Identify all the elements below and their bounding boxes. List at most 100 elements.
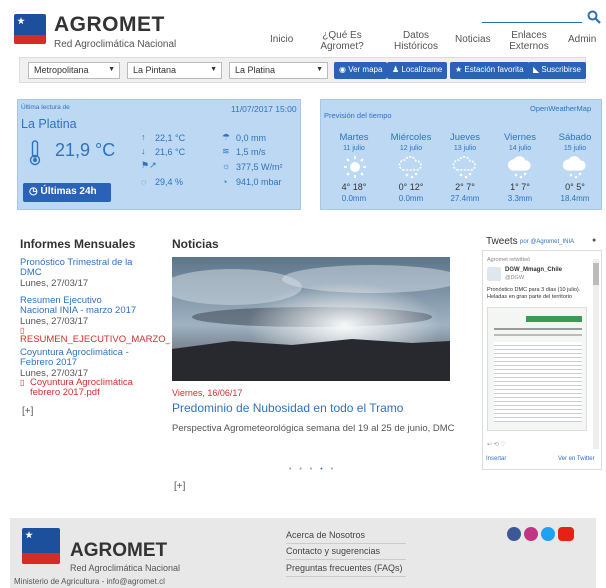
nav-datos-historicos[interactable]: Datos Históricos [392,30,440,52]
tweet-user[interactable]: DGW_Mmagn_Chile [505,267,562,273]
snow-cloud-icon [507,156,531,179]
locate-button[interactable]: ♟ Localízame [387,62,448,79]
footer-brand: AGROMET [70,540,168,561]
forecast-date: 15 julio [563,145,587,152]
youtube-icon[interactable] [558,527,574,541]
nav-enlaces[interactable]: Enlaces Externos [506,30,552,52]
forecast-date: 12 julio [399,145,423,152]
tweets-by[interactable]: por @Agromet_INIA [520,239,574,245]
favorite-station-button[interactable]: ★ Estación favorita [450,62,529,79]
pdf-icon: ▯ [20,378,25,387]
snow-cloud-icon [398,156,422,179]
facebook-icon[interactable] [507,527,521,541]
station-select[interactable]: La Platina ▼ [229,62,328,79]
nav-noticias[interactable]: Noticias [455,34,491,45]
search-input[interactable] [482,22,582,23]
tweets-title: Tweets [486,236,518,247]
embed-link[interactable]: Insertar [486,456,506,462]
informe-link[interactable]: Coyuntura Agroclimática - Febrero 2017 [20,348,135,368]
cloudy-sky-photo [172,257,450,381]
twitter-timeline[interactable]: Agromet retwitteó DGW_Mmagn_Chile @DGW P… [482,250,602,470]
max-temp-icon: ↑ [141,132,146,142]
radiation: 377,5 W/m² [236,162,283,172]
reading-timestamp: 11/07/2017 15:00 [231,104,297,114]
twitter-icon: ● [592,237,597,244]
subscribe-button[interactable]: ◣ Suscribirse [528,62,586,79]
person-icon: ♟ [392,65,402,74]
footer-about-link[interactable]: Acerca de Nosotros [286,530,365,540]
search-icon[interactable] [587,10,601,24]
forecast-title: Previsión del tiempo [324,111,392,120]
current-temperature: 21,9 °C [55,140,116,160]
forecast-temp: 0° 5° [565,182,585,192]
star-icon: ★ [455,65,465,74]
news-image[interactable] [172,257,450,381]
forecast-rain: 27.4mm [450,194,480,203]
news-summary: Perspectiva Agrometeorológica semana del… [172,423,455,434]
map-button[interactable]: ◉ Ver mapa [334,62,388,79]
tweet-image[interactable] [487,307,587,431]
forecast-date: 14 julio [508,145,532,152]
view-on-twitter-link[interactable]: Ver en Twitter [558,456,595,462]
wind-icon: ≋ [222,146,230,156]
news-headline[interactable]: Predominio de Nubosidad en todo el Tramo [172,401,403,415]
forecast-date: 13 julio [453,145,477,152]
pressure-icon: ◔ [222,177,228,187]
rain: 0,0 mm [236,133,267,143]
informe-file-link[interactable]: Coyuntura Agroclimática febrero 2017.pdf [30,378,140,398]
last-24h-button[interactable]: ◷ Últimas 24h [23,183,111,202]
footer-divider [286,559,406,560]
news-more-link[interactable]: [+] [174,481,185,492]
forecast-rain: 3.3mm [507,194,533,203]
tweet-actions[interactable]: ↩ ⟲ ♡ [487,441,506,448]
scrollbar[interactable] [593,259,599,449]
humidity: 29,4 % [155,177,184,187]
footer-subtitle: Red Agroclimática Nacional [70,563,181,573]
informe-link[interactable]: Pronóstico Trimestral de la DMC [20,258,135,278]
avatar[interactable] [487,267,501,281]
snow-cloud-icon [452,156,476,179]
informe-date: Lunes, 27/03/17 [20,278,89,289]
informe-date: Lunes, 27/03/17 [20,316,89,327]
footer-ministry-logo [22,528,60,564]
forecast-day: Sábado [558,132,592,143]
informes-more-link[interactable]: [+] [22,406,33,417]
forecast-day: Martes [339,132,369,143]
max-temp: 22,1 °C [155,133,186,143]
globe-icon: ◉ [339,65,349,74]
nav-inicio[interactable]: Inicio [270,34,293,45]
instagram-icon[interactable] [524,527,538,541]
region-select[interactable]: Metropolitana ▼ [28,62,120,79]
news-date: Viernes, 16/06/17 [172,388,243,398]
clock-icon: ◷ [29,186,41,197]
ministry-logo[interactable] [14,14,46,44]
footer-contact: Ministerio de Agricultura - info@agromet… [14,577,165,586]
radiation-icon: ☼ [222,161,231,171]
twitter-icon[interactable] [541,527,555,541]
footer-contact-link[interactable]: Contacto y sugerencias [286,546,380,556]
tweet-text: Pronóstico DMC para 3 días (10 julio). H… [487,287,581,300]
station-name: La Platina [21,117,77,131]
site-brand[interactable]: AGROMET [54,13,165,37]
retweet-label: Agromet retwitteó [487,257,531,263]
sun-icon [344,156,366,178]
commune-select[interactable]: La Pintana ▼ [127,62,222,79]
news-title: Noticias [172,237,219,251]
min-temp-icon: ↓ [141,146,146,156]
forecast-rain: 0.0mm [398,194,424,203]
forecast-source: OpenWeatherMap [530,104,592,113]
informe-file-link[interactable]: RESUMEN_EJECUTIVO_MARZO_201 [20,334,170,345]
forecast-temp: 2° 7° [455,182,475,192]
forecast-temp: 1° 7° [510,182,530,192]
footer-faq-link[interactable]: Preguntas frecuentes (FAQs) [286,563,403,573]
pressure: 941,0 mbar [236,177,282,187]
carousel-dots[interactable]: • • • • • [289,466,336,473]
nav-admin[interactable]: Admin [568,34,596,45]
wind-speed: 1,5 m/s [236,147,266,157]
rain-icon: ☂ [222,132,231,142]
last-reading-label: Última lectura de [21,104,70,111]
nav-que-es[interactable]: ¿Qué Es Agromet? [316,30,368,52]
informe-link[interactable]: Resumen Ejecutivo Nacional INIA - marzo … [20,296,138,316]
forecast-rain: 18.4mm [560,194,590,203]
min-temp: 21,6 °C [155,147,186,157]
